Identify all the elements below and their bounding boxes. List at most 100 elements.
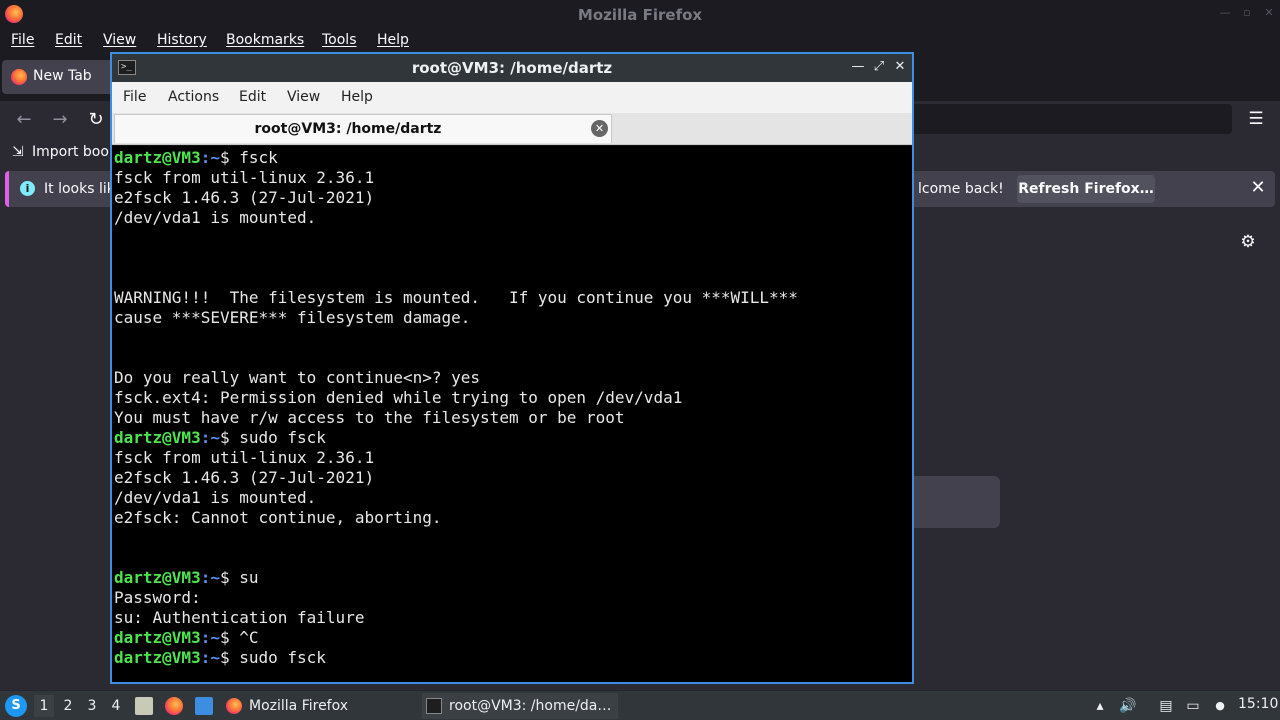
newtab-search-box[interactable] — [905, 476, 1000, 528]
terminal-output-line: e2fsck 1.46.3 (27-Jul-2021) — [114, 468, 375, 487]
tab-close-icon[interactable]: ✕ — [591, 120, 608, 137]
firefox-tab-icon — [11, 69, 27, 85]
desktop-launcher-icon[interactable] — [195, 697, 213, 715]
task-firefox[interactable]: Mozilla Firefox — [222, 693, 418, 719]
terminal-window-title: root@VM3: /home/dartz — [411, 59, 613, 77]
firefox-menubar: File Edit View History Bookmarks Tools H… — [0, 29, 1280, 53]
volume-icon[interactable]: 🔊 — [1119, 697, 1137, 715]
forward-arrow-icon[interactable]: → — [49, 109, 71, 131]
menu-view[interactable]: View — [103, 32, 136, 48]
terminal-tabbar: root@VM3: /home/dartz ✕ — [112, 113, 912, 145]
terminal-output-line: Password: — [114, 588, 201, 607]
url-bar[interactable] — [905, 104, 1232, 134]
prompt-command: $ sudo fsck — [219, 428, 326, 447]
terminal-menubar: File Actions Edit View Help — [112, 82, 912, 113]
terminal-output-line: e2fsck 1.46.3 (27-Jul-2021) — [114, 188, 375, 207]
terminal-output-line: /dev/vda1 is mounted. — [114, 488, 317, 507]
refresh-firefox-button[interactable]: Refresh Firefox… — [1017, 175, 1155, 203]
menu-tools[interactable]: Tools — [322, 32, 357, 48]
menu-help[interactable]: Help — [377, 32, 409, 48]
firefox-titlebar: Mozilla Firefox — ▫ ✕ — [0, 0, 1280, 29]
terminal-prompt-line: dartz@VM3:~$ sudo fsck — [114, 648, 912, 668]
back-arrow-icon[interactable]: ← — [13, 109, 35, 131]
notice-close-icon[interactable]: ✕ — [1247, 177, 1269, 199]
terminal-output-line: fsck from util-linux 2.36.1 — [114, 168, 375, 187]
terminal-maximize-icon[interactable]: ⤢ — [871, 59, 887, 75]
clipboard-icon[interactable]: ▤ — [1157, 697, 1175, 715]
terminal-prompt-line: dartz@VM3:~$ ^C — [114, 628, 912, 648]
terminal-menu-edit[interactable]: Edit — [239, 89, 266, 105]
workspace-1[interactable]: 1 — [34, 695, 54, 717]
task-terminal[interactable]: root@VM3: /home/da… — [422, 693, 618, 719]
workspace-3[interactable]: 3 — [82, 695, 102, 717]
close-icon[interactable]: ✕ — [1262, 6, 1276, 20]
start-menu-icon[interactable]: S — [5, 695, 27, 717]
reload-icon[interactable]: ↻ — [85, 109, 107, 131]
terminal-output-line: fsck.ext4: Permission denied while tryin… — [114, 388, 683, 407]
gear-icon[interactable]: ⚙ — [1238, 232, 1258, 252]
terminal-output-line: su: Authentication failure — [114, 608, 365, 627]
prompt-path: :~ — [200, 628, 220, 647]
terminal-output-line: WARNING!!! The filesystem is mounted. If… — [114, 288, 798, 307]
prompt-path: :~ — [200, 148, 220, 167]
menu-bookmarks[interactable]: Bookmarks — [226, 32, 304, 48]
prompt-command: $ ^C — [219, 628, 259, 647]
terminal-output-line: cause ***SEVERE*** filesystem damage. — [114, 308, 471, 327]
firefox-task-icon — [226, 698, 242, 714]
network-icon[interactable]: ▭ — [1184, 697, 1202, 715]
hamburger-menu-icon[interactable]: ☰ — [1245, 108, 1267, 130]
prompt-user: dartz@VM3 — [114, 428, 201, 447]
terminal-menu-help[interactable]: Help — [341, 89, 373, 105]
tab-label: New Tab — [33, 68, 92, 84]
terminal-minimize-icon[interactable]: — — [850, 59, 866, 75]
tray-arrow-icon[interactable]: ▴ — [1091, 697, 1109, 715]
task-firefox-label: Mozilla Firefox — [249, 698, 349, 714]
import-icon: ⇲ — [12, 144, 24, 160]
terminal-output[interactable]: dartz@VM3:~$ fsck fsck from util-linux 2.… — [112, 146, 912, 682]
terminal-menu-view[interactable]: View — [287, 89, 320, 105]
import-bookmarks-link[interactable]: Import book — [32, 144, 117, 160]
terminal-titlebar: >_ root@VM3: /home/dartz — ⤢ ✕ — [112, 54, 912, 82]
prompt-path: :~ — [200, 568, 220, 587]
notice-text: It looks lik — [44, 181, 115, 197]
terminal-output-line: e2fsck: Cannot continue, aborting. — [114, 508, 442, 527]
file-manager-launcher-icon[interactable] — [135, 697, 153, 715]
info-icon: i — [20, 181, 35, 196]
terminal-menu-file[interactable]: File — [123, 89, 146, 105]
notice-text-end: lcome back! — [918, 181, 1004, 197]
menu-file[interactable]: File — [11, 32, 34, 48]
terminal-tab[interactable]: root@VM3: /home/dartz ✕ — [114, 114, 612, 143]
terminal-menu-actions[interactable]: Actions — [168, 89, 219, 105]
menu-history[interactable]: History — [157, 32, 207, 48]
prompt-user: dartz@VM3 — [114, 628, 201, 647]
terminal-prompt-line: dartz@VM3:~$ sudo fsck — [114, 428, 912, 448]
terminal-output-line: You must have r/w access to the filesyst… — [114, 408, 625, 427]
prompt-command: $ sudo fsck — [219, 648, 326, 667]
workspace-2[interactable]: 2 — [58, 695, 78, 717]
prompt-path: :~ — [200, 648, 220, 667]
terminal-window: >_ root@VM3: /home/dartz — ⤢ ✕ File Acti… — [110, 52, 914, 684]
prompt-command: $ fsck — [219, 148, 278, 167]
terminal-output-line: fsck from util-linux 2.36.1 — [114, 448, 375, 467]
prompt-user: dartz@VM3 — [114, 568, 201, 587]
taskbar: S 1 2 3 4 Mozilla Firefox root@VM3: /hom… — [0, 690, 1280, 720]
task-terminal-label: root@VM3: /home/da… — [449, 698, 612, 714]
prompt-user: dartz@VM3 — [114, 648, 201, 667]
tab-new-tab[interactable]: New Tab — [2, 60, 120, 94]
firefox-launcher-icon[interactable] — [165, 697, 183, 715]
prompt-path: :~ — [200, 428, 220, 447]
terminal-close-icon[interactable]: ✕ — [892, 59, 908, 75]
update-notifier-icon[interactable]: ● — [1211, 697, 1229, 715]
minimize-icon[interactable]: — — [1218, 6, 1232, 20]
workspace-4[interactable]: 4 — [106, 695, 126, 717]
firefox-window-title: Mozilla Firefox — [577, 6, 703, 24]
terminal-prompt-line: dartz@VM3:~$ su — [114, 568, 912, 588]
maximize-icon[interactable]: ▫ — [1240, 6, 1254, 20]
menu-edit[interactable]: Edit — [55, 32, 82, 48]
